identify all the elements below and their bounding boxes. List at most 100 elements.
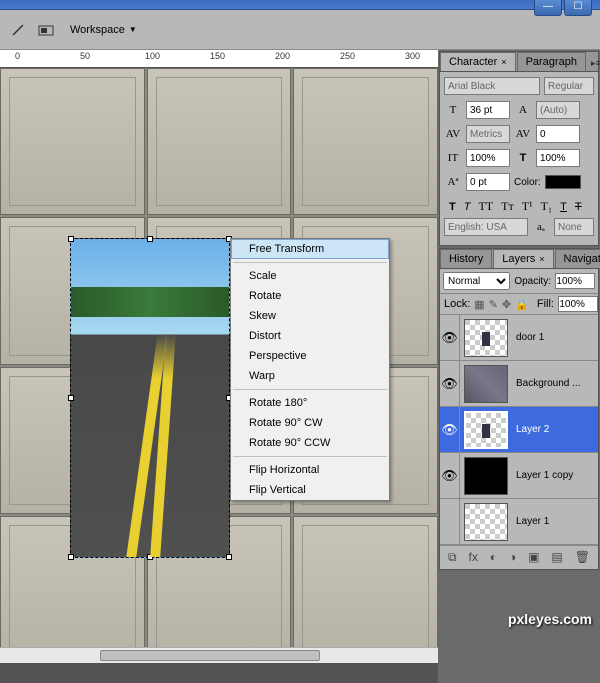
opacity-label: Opacity:: [514, 276, 551, 287]
context-menu-item[interactable]: Free Transform: [231, 239, 389, 259]
layer-list: 👁door 1👁Background ...👁Layer 2👁Layer 1 c…: [440, 315, 598, 545]
transform-selection[interactable]: [70, 238, 230, 558]
context-menu-item[interactable]: Distort: [231, 326, 389, 346]
layers-panel: History Layers× Navigator Normal Opacity…: [439, 248, 599, 570]
underline-button[interactable]: T: [557, 198, 570, 215]
context-menu-item[interactable]: Scale: [231, 266, 389, 286]
faux-bold-button[interactable]: T: [446, 198, 459, 215]
layer-thumbnail: [464, 319, 508, 357]
type-style-buttons: T T TT Tᴛ T¹ T₁ T T: [444, 196, 594, 217]
tracking-input[interactable]: [536, 125, 580, 143]
layer-row[interactable]: 👁 Background ...: [440, 361, 598, 407]
visibility-toggle[interactable]: 👁: [440, 453, 460, 498]
font-size-icon: T: [444, 102, 462, 118]
tab-navigator[interactable]: Navigator: [555, 249, 600, 268]
scrollbar-thumb[interactable]: [100, 650, 320, 661]
group-icon[interactable]: ▣: [528, 550, 539, 565]
transform-handle[interactable]: [226, 554, 232, 560]
context-menu: Free Transform ScaleRotateSkewDistortPers…: [230, 238, 390, 501]
baseline-icon: Aª: [444, 174, 462, 190]
blend-mode-select[interactable]: Normal: [443, 272, 510, 290]
fill-input[interactable]: [558, 296, 598, 312]
layers-footer: ⧉ fx ◐ ◑ ▣ ▤ 🗑: [440, 545, 598, 569]
link-layers-icon[interactable]: ⧉: [448, 550, 457, 565]
antialias-input[interactable]: [554, 218, 594, 236]
faux-italic-button[interactable]: T: [461, 198, 474, 215]
superscript-button[interactable]: T¹: [519, 198, 536, 215]
new-layer-icon[interactable]: ▤: [551, 550, 562, 565]
visibility-toggle[interactable]: 👁: [440, 407, 460, 452]
window-titlebar: [0, 0, 600, 10]
hscale-input[interactable]: [536, 149, 580, 167]
context-menu-item[interactable]: Flip Vertical: [231, 480, 389, 500]
context-menu-item[interactable]: Rotate 180°: [231, 393, 389, 413]
layer-name: Layer 2: [512, 424, 598, 435]
transform-handle[interactable]: [68, 395, 74, 401]
layer-thumbnail: [464, 457, 508, 495]
canvas[interactable]: Free Transform ScaleRotateSkewDistortPers…: [0, 68, 438, 663]
tab-layers[interactable]: Layers×: [493, 249, 553, 268]
layer-thumbnail: [464, 503, 508, 541]
lock-paint-icon[interactable]: ✎: [489, 298, 498, 311]
allcaps-button[interactable]: TT: [475, 198, 496, 215]
layer-row[interactable]: Layer 1: [440, 499, 598, 545]
transform-handle[interactable]: [68, 236, 74, 242]
tool-icon-b[interactable]: [36, 20, 56, 40]
tool-icon-a[interactable]: [8, 20, 28, 40]
context-menu-item[interactable]: Flip Horizontal: [231, 460, 389, 480]
baseline-input[interactable]: [466, 173, 510, 191]
opacity-input[interactable]: [555, 273, 595, 289]
layer-row[interactable]: 👁Layer 1 copy: [440, 453, 598, 499]
lock-transparent-icon[interactable]: ▦: [474, 298, 484, 311]
adjustment-icon[interactable]: ◑: [509, 550, 516, 565]
fx-icon[interactable]: fx: [468, 550, 477, 565]
font-family-input[interactable]: [444, 77, 540, 95]
vscale-input[interactable]: [466, 149, 510, 167]
font-style-input[interactable]: [544, 77, 594, 95]
layer-thumbnail: [464, 411, 508, 449]
language-input[interactable]: [444, 218, 528, 236]
panel-menu-icon[interactable]: ▸≡: [587, 56, 600, 71]
context-menu-item[interactable]: Warp: [231, 366, 389, 386]
vscale-icon: IT: [444, 150, 462, 166]
context-menu-item[interactable]: Rotate 90° CCW: [231, 433, 389, 453]
kerning-input[interactable]: [466, 125, 510, 143]
window-controls: — ☐: [534, 0, 592, 16]
transform-handle[interactable]: [147, 554, 153, 560]
workspace-dropdown[interactable]: Workspace ▼: [64, 22, 143, 38]
context-menu-item[interactable]: Skew: [231, 306, 389, 326]
lock-move-icon[interactable]: ✥: [502, 298, 511, 311]
mask-icon[interactable]: ◐: [490, 550, 497, 565]
lock-all-icon[interactable]: 🔒: [515, 298, 529, 311]
tab-history[interactable]: History: [440, 249, 492, 268]
chevron-down-icon: ▼: [129, 25, 137, 34]
workspace-label: Workspace: [70, 24, 125, 36]
hscale-icon: T: [514, 150, 532, 166]
context-menu-item[interactable]: Rotate 90° CW: [231, 413, 389, 433]
font-size-input[interactable]: [466, 101, 510, 119]
leading-input[interactable]: [536, 101, 580, 119]
visibility-toggle[interactable]: 👁: [440, 315, 460, 360]
transform-handle[interactable]: [68, 554, 74, 560]
strike-button[interactable]: T: [572, 198, 585, 215]
context-menu-item[interactable]: Rotate: [231, 286, 389, 306]
subscript-button[interactable]: T₁: [538, 198, 556, 215]
layer-row[interactable]: 👁door 1: [440, 315, 598, 361]
visibility-toggle[interactable]: 👁: [440, 361, 460, 406]
transform-handle[interactable]: [147, 236, 153, 242]
layer-row[interactable]: 👁 Layer 2: [440, 407, 598, 453]
scrollbar-horizontal[interactable]: [0, 647, 438, 663]
visibility-toggle[interactable]: [440, 499, 460, 544]
character-panel: Character× Paragraph ▸≡ T A AV: [439, 51, 599, 246]
context-menu-item[interactable]: Perspective: [231, 346, 389, 366]
smallcaps-button[interactable]: Tᴛ: [498, 198, 517, 215]
options-bar: Workspace ▼: [0, 10, 600, 50]
tab-paragraph[interactable]: Paragraph: [517, 52, 586, 71]
layer-name: Background ...: [512, 378, 598, 389]
tracking-icon: AV: [514, 126, 532, 142]
trash-icon[interactable]: 🗑: [575, 550, 590, 565]
tab-character[interactable]: Character×: [440, 52, 516, 71]
maximize-button[interactable]: ☐: [564, 0, 592, 16]
minimize-button[interactable]: —: [534, 0, 562, 16]
color-swatch[interactable]: [545, 175, 581, 189]
